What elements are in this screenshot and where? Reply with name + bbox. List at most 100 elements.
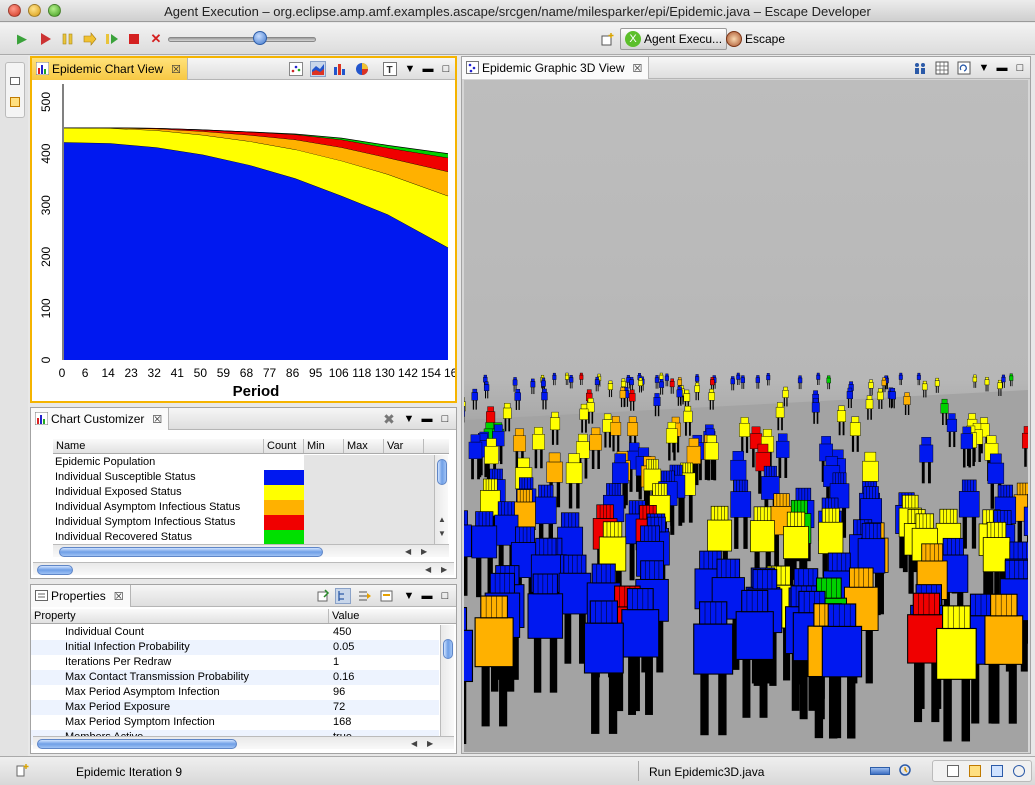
outline-icon[interactable] bbox=[969, 765, 981, 777]
maximize-view-icon[interactable]: □ bbox=[1012, 60, 1028, 76]
property-row[interactable]: Max Period Exposure 72 bbox=[31, 700, 439, 715]
pie-chart-icon[interactable] bbox=[354, 61, 370, 77]
property-row[interactable]: Max Period Asymptom Infection 96 bbox=[31, 685, 439, 700]
scroll-thumb[interactable] bbox=[37, 739, 237, 749]
grid-icon[interactable] bbox=[934, 60, 950, 76]
column-min[interactable]: Min bbox=[304, 439, 344, 453]
categories-icon[interactable] bbox=[335, 588, 351, 604]
scroll-left-arrow[interactable]: ◀ bbox=[411, 739, 417, 748]
scroll-left-arrow[interactable]: ◀ bbox=[405, 547, 411, 556]
customizer-row[interactable]: Individual Symptom Infectious Status bbox=[55, 515, 235, 530]
series-color-swatch[interactable] bbox=[264, 485, 304, 500]
text-icon[interactable]: T bbox=[382, 61, 398, 77]
property-row[interactable]: Initial Infection Probability 0.05 bbox=[31, 640, 439, 655]
start-paused-icon[interactable] bbox=[38, 31, 54, 47]
column-property[interactable]: Property bbox=[31, 609, 329, 623]
fast-view-icon[interactable] bbox=[16, 763, 30, 777]
area-chart-icon[interactable] bbox=[310, 61, 326, 77]
scroll-right-arrow[interactable]: ▶ bbox=[427, 739, 433, 748]
bar-chart-icon[interactable] bbox=[332, 61, 348, 77]
scroll-thumb[interactable] bbox=[59, 547, 323, 557]
perspective-agent-execution[interactable]: X Agent Execu... bbox=[620, 28, 728, 50]
property-row[interactable]: Individual Count 450 bbox=[31, 625, 439, 640]
scroll-thumb[interactable] bbox=[437, 459, 447, 485]
pin-icon[interactable] bbox=[315, 588, 331, 604]
property-value[interactable]: 1 bbox=[333, 655, 339, 670]
scroll-up-arrow[interactable]: ▲ bbox=[438, 515, 446, 524]
property-row[interactable]: Iterations Per Redraw 1 bbox=[31, 655, 439, 670]
restore-default-icon[interactable] bbox=[379, 588, 395, 604]
series-color-swatch[interactable] bbox=[264, 515, 304, 530]
customizer-vertical-scrollbar[interactable]: ▲ ▼ bbox=[434, 455, 448, 545]
column-max[interactable]: Max bbox=[344, 439, 384, 453]
step-icon[interactable] bbox=[82, 31, 98, 47]
tab-epidemic-chart-view[interactable]: Epidemic Chart View ☒ bbox=[32, 58, 189, 80]
property-value[interactable]: 168 bbox=[333, 715, 351, 730]
perspective-escape[interactable]: Escape bbox=[722, 28, 789, 50]
maximize-view-icon[interactable]: □ bbox=[438, 61, 454, 77]
property-value[interactable]: 96 bbox=[333, 685, 345, 700]
progress-icon[interactable] bbox=[870, 767, 890, 775]
minimize-view-icon[interactable]: ▬ bbox=[419, 411, 435, 427]
pause-icon[interactable] bbox=[60, 31, 76, 47]
column-name[interactable]: Name bbox=[53, 439, 264, 453]
remove-icon[interactable]: ✖ bbox=[381, 411, 397, 427]
column-count[interactable]: Count bbox=[264, 439, 304, 453]
customizer-panel-hscrollbar[interactable]: ◀ ▶ bbox=[33, 562, 454, 575]
resume-icon[interactable] bbox=[104, 31, 120, 47]
epidemic-3d-canvas[interactable] bbox=[464, 80, 1028, 752]
customizer-row[interactable]: Epidemic Population bbox=[55, 455, 155, 470]
property-value[interactable]: 0.16 bbox=[333, 670, 354, 685]
close-model-icon[interactable]: ✕ bbox=[148, 31, 164, 47]
restore-icon[interactable] bbox=[947, 765, 959, 777]
tab-epidemic-graphic-3d-view[interactable]: Epidemic Graphic 3D View ☒ bbox=[462, 57, 650, 79]
progress-view-icon[interactable] bbox=[1013, 765, 1025, 777]
close-tab-icon[interactable]: ☒ bbox=[171, 63, 181, 76]
filter-icon[interactable] bbox=[357, 588, 373, 604]
series-color-swatch[interactable] bbox=[264, 530, 304, 545]
scroll-left-arrow[interactable]: ◀ bbox=[425, 565, 431, 574]
agents-icon[interactable] bbox=[912, 60, 928, 76]
console-icon[interactable] bbox=[991, 765, 1003, 777]
scroll-thumb[interactable] bbox=[443, 639, 453, 659]
customizer-row[interactable]: Individual Asymptom Infectious Status bbox=[55, 500, 240, 515]
tab-chart-customizer[interactable]: Chart Customizer ☒ bbox=[31, 408, 170, 430]
minimize-view-icon[interactable]: ▬ bbox=[420, 61, 436, 77]
stop-icon[interactable] bbox=[126, 31, 142, 47]
property-value[interactable]: 72 bbox=[333, 700, 345, 715]
customizer-row[interactable]: Individual Recovered Status bbox=[55, 530, 192, 545]
close-tab-icon[interactable]: ☒ bbox=[114, 590, 124, 603]
view-menu-icon[interactable]: ▼ bbox=[401, 588, 417, 604]
properties-hscrollbar[interactable]: ◀ ▶ bbox=[33, 736, 454, 749]
close-tab-icon[interactable]: ☒ bbox=[152, 413, 162, 426]
scroll-right-arrow[interactable]: ▶ bbox=[441, 565, 447, 574]
view-menu-icon[interactable]: ▼ bbox=[976, 60, 992, 76]
property-value[interactable]: 0.05 bbox=[333, 640, 354, 655]
tab-properties[interactable]: Properties ☒ bbox=[31, 585, 131, 607]
view-menu-icon[interactable]: ▼ bbox=[401, 411, 417, 427]
property-row[interactable]: Max Contact Transmission Probability 0.16 bbox=[31, 670, 439, 685]
scroll-down-arrow[interactable]: ▼ bbox=[438, 529, 446, 538]
property-row[interactable]: Max Period Symptom Infection 168 bbox=[31, 715, 439, 730]
minimize-view-icon[interactable]: ▬ bbox=[994, 60, 1010, 76]
reset-view-icon[interactable] bbox=[956, 60, 972, 76]
restore-icon[interactable] bbox=[10, 77, 20, 85]
speed-slider-knob[interactable] bbox=[252, 31, 267, 45]
customizer-row[interactable]: Individual Susceptible Status bbox=[55, 470, 196, 485]
customizer-table-hscrollbar[interactable]: ◀ ▶ bbox=[53, 544, 449, 557]
scatter-chart-icon[interactable] bbox=[288, 61, 304, 77]
series-color-swatch[interactable] bbox=[264, 500, 304, 515]
column-var[interactable]: Var bbox=[384, 439, 424, 453]
scroll-right-arrow[interactable]: ▶ bbox=[421, 547, 427, 556]
outline-icon[interactable] bbox=[10, 97, 20, 107]
property-value[interactable]: 450 bbox=[333, 625, 351, 640]
customizer-row[interactable]: Individual Exposed Status bbox=[55, 485, 182, 500]
start-icon[interactable]: ▶ bbox=[14, 31, 30, 47]
run-in-background-icon[interactable] bbox=[898, 763, 912, 777]
view-menu-icon[interactable]: ▼ bbox=[402, 61, 418, 77]
maximize-view-icon[interactable]: □ bbox=[437, 411, 453, 427]
properties-vertical-scrollbar[interactable] bbox=[440, 625, 454, 737]
close-tab-icon[interactable]: ☒ bbox=[633, 62, 643, 75]
series-color-swatch[interactable] bbox=[264, 470, 304, 485]
maximize-view-icon[interactable]: □ bbox=[437, 588, 453, 604]
